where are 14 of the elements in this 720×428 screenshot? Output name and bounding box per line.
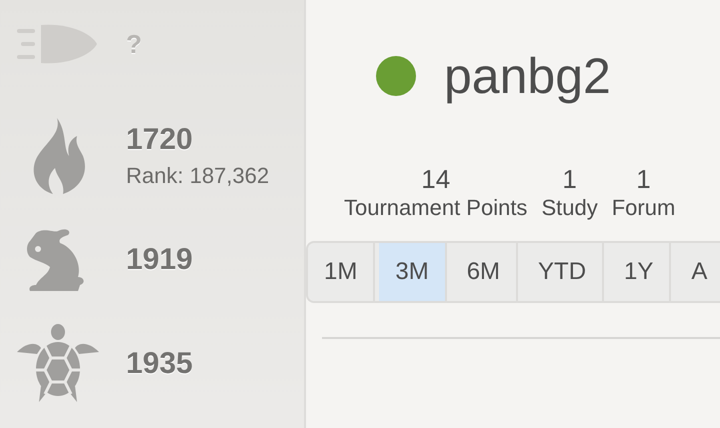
rating: ? [126, 28, 142, 60]
stat-label: Forum [612, 195, 676, 221]
turtle-icon [17, 324, 99, 404]
rating: 1935 [126, 347, 193, 381]
stat-label: Tournament Points [344, 195, 528, 221]
rank-text: Rank: 187,362 [126, 163, 270, 189]
range-button[interactable]: 3M [379, 243, 447, 301]
stat-value: 14 [421, 164, 450, 195]
stat-value: 1 [562, 164, 577, 195]
stat-value: 1 [636, 164, 651, 195]
rating: 1919 [126, 243, 193, 277]
username: panbg2 [444, 47, 611, 105]
rating: 1720 [126, 123, 194, 157]
stat-label: Study [541, 195, 598, 221]
